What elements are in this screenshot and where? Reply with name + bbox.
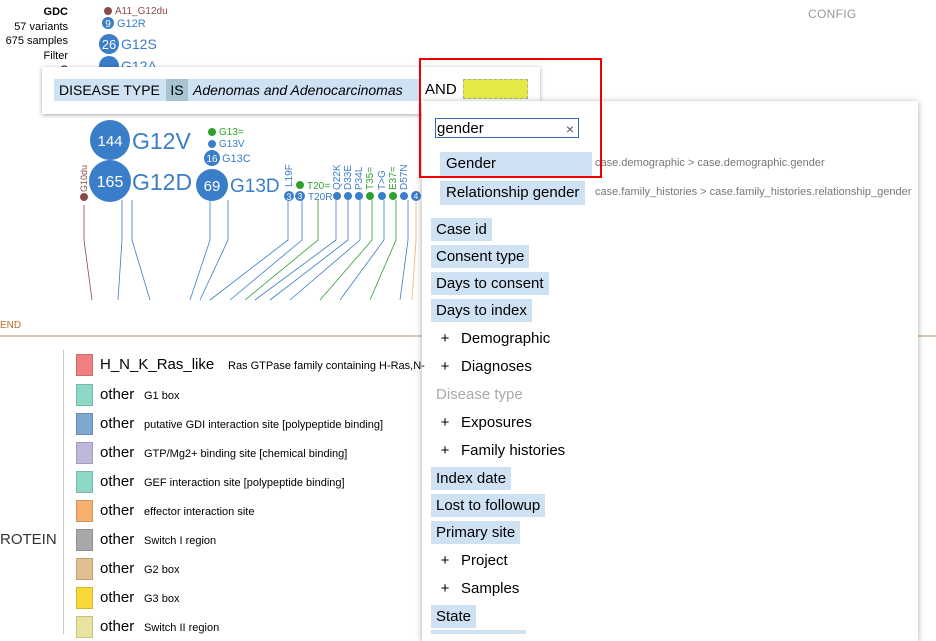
mutation-A11_G12du[interactable]: A11_G12du — [104, 6, 168, 17]
search-result-gender-path: case.demographic > case.demographic.gend… — [595, 157, 825, 169]
legend-swatch — [76, 413, 93, 435]
svg-text:165: 165 — [97, 174, 124, 191]
term-consent-type[interactable]: Consent type — [431, 245, 530, 268]
legend-swatch — [76, 442, 93, 464]
svg-text:T20=: T20= — [307, 181, 330, 192]
term-disease-type: Disease type — [436, 386, 523, 403]
filter-join-label: AND — [425, 81, 457, 98]
legend-swatch — [76, 384, 93, 406]
mutation-G13D[interactable]: 69 G13D — [196, 169, 280, 201]
svg-text:G13=: G13= — [219, 127, 244, 138]
term-lost-to-followup[interactable]: Lost to followup — [431, 494, 546, 517]
svg-text:G13V: G13V — [219, 139, 245, 150]
mutation-G12S[interactable]: 26 G12S — [99, 34, 157, 54]
legend-header: END — [0, 320, 22, 331]
term-next-partial[interactable] — [431, 630, 526, 634]
search-result-gender[interactable]: Gender — [440, 152, 592, 176]
term-search-input[interactable] — [437, 120, 557, 137]
term-days-to-index[interactable]: Days to index — [431, 299, 532, 322]
mutation-G12R[interactable]: 9 G12R — [102, 17, 146, 30]
search-result-relationship-gender-path: case.family_histories > case.family_hist… — [595, 186, 912, 198]
expand-icon[interactable]: + — [433, 577, 457, 600]
svg-text:T35=: T35= — [365, 167, 376, 190]
mutation-Q22K[interactable]: Q22K — [332, 164, 343, 200]
svg-text:3: 3 — [298, 192, 303, 201]
legend-swatch — [76, 354, 93, 376]
expand-icon[interactable]: + — [433, 327, 457, 350]
svg-text:G13D: G13D — [230, 176, 280, 197]
term-project[interactable]: + Project — [433, 549, 508, 572]
mutation-G13eq[interactable]: G13= — [208, 127, 244, 138]
expand-icon[interactable]: + — [433, 439, 457, 462]
mutation-D33E[interactable]: D33E — [343, 165, 354, 200]
svg-text:E37=: E37= — [388, 166, 399, 190]
search-result-relationship-gender[interactable]: Relationship gender — [440, 181, 586, 205]
svg-text:4: 4 — [414, 192, 419, 201]
term-demographic[interactable]: + Demographic — [433, 327, 551, 350]
mutation-L19F[interactable]: 3 L19F — [284, 164, 295, 202]
svg-text:G12D: G12D — [132, 169, 192, 195]
mutation-T20[interactable]: T20= 3 T20R — [295, 181, 332, 203]
svg-text:G12S: G12S — [121, 36, 157, 52]
term-samples[interactable]: + Samples — [433, 577, 520, 600]
filter-operator[interactable]: IS — [166, 79, 188, 101]
svg-text:P34L: P34L — [354, 166, 365, 190]
svg-text:T20R: T20R — [308, 192, 332, 203]
mutation-P34L[interactable]: P34L — [354, 166, 365, 200]
svg-text:G12R: G12R — [117, 18, 146, 30]
mutation-T35eq[interactable]: T35= — [365, 167, 376, 200]
svg-text:16: 16 — [206, 154, 218, 165]
legend-swatch — [76, 500, 93, 522]
legend-swatch — [76, 529, 93, 551]
svg-text:G13C: G13C — [222, 153, 251, 165]
svg-text:69: 69 — [204, 178, 221, 195]
legend-swatch — [76, 616, 93, 638]
legend-swatch — [76, 558, 93, 580]
svg-text:26: 26 — [102, 37, 116, 52]
mutation-T-to-G[interactable]: T>G — [377, 170, 388, 200]
mutation-count-4[interactable]: 4 — [411, 191, 421, 201]
legend-swatch — [76, 587, 93, 609]
mutation-G10du[interactable]: G10du — [79, 165, 89, 201]
svg-text:144: 144 — [97, 133, 122, 150]
mutation-G13C[interactable]: 16 G13C — [204, 150, 251, 166]
filter-term-pill[interactable]: DISEASE TYPE — [54, 79, 170, 101]
mutation-D57N[interactable]: D57N — [399, 164, 410, 200]
svg-text:T>G: T>G — [377, 170, 388, 190]
term-case-id[interactable]: Case id — [431, 218, 492, 241]
svg-text:Q22K: Q22K — [332, 164, 343, 190]
svg-text:D33E: D33E — [343, 165, 354, 190]
clear-search-icon[interactable]: × — [566, 119, 574, 139]
expand-icon[interactable]: + — [433, 411, 457, 434]
svg-text:3: 3 — [286, 192, 291, 202]
term-index-date[interactable]: Index date — [431, 467, 512, 490]
svg-text:D57N: D57N — [399, 164, 410, 190]
svg-text:L19F: L19F — [284, 164, 295, 187]
term-exposures[interactable]: + Exposures — [433, 411, 532, 434]
filter-value-pill[interactable]: Adenomas and Adenocarcinomas — [188, 79, 421, 101]
svg-text:9: 9 — [105, 19, 111, 30]
svg-text:A11_G12du: A11_G12du — [115, 6, 168, 17]
filter-term-label: DISEASE TYPE — [59, 82, 160, 98]
filter-value: Adenomas and Adenocarcinomas — [193, 82, 403, 98]
term-days-to-consent[interactable]: Days to consent — [431, 272, 549, 295]
term-primary-site[interactable]: Primary site — [431, 521, 521, 544]
mutation-G12D[interactable]: 165 G12D — [89, 160, 192, 202]
legend-row-label: ROTEIN — [0, 531, 57, 548]
expand-icon[interactable]: + — [433, 355, 457, 378]
term-search-box: × — [435, 118, 579, 138]
term-diagnoses[interactable]: + Diagnoses — [433, 355, 532, 378]
svg-text:G10du: G10du — [79, 165, 89, 192]
mutation-E37eq[interactable]: E37= — [388, 166, 399, 200]
term-state[interactable]: State — [431, 605, 477, 628]
svg-text:G12V: G12V — [132, 128, 191, 154]
term-family-histories[interactable]: + Family histories — [433, 439, 566, 462]
legend-swatch — [76, 471, 93, 493]
mutation-G12V[interactable]: 144 G12V — [90, 120, 191, 160]
add-filter-slot[interactable] — [463, 79, 528, 99]
legend-bracket — [63, 350, 64, 634]
mutation-G13V[interactable]: G13V — [208, 139, 245, 150]
expand-icon[interactable]: + — [433, 549, 457, 572]
